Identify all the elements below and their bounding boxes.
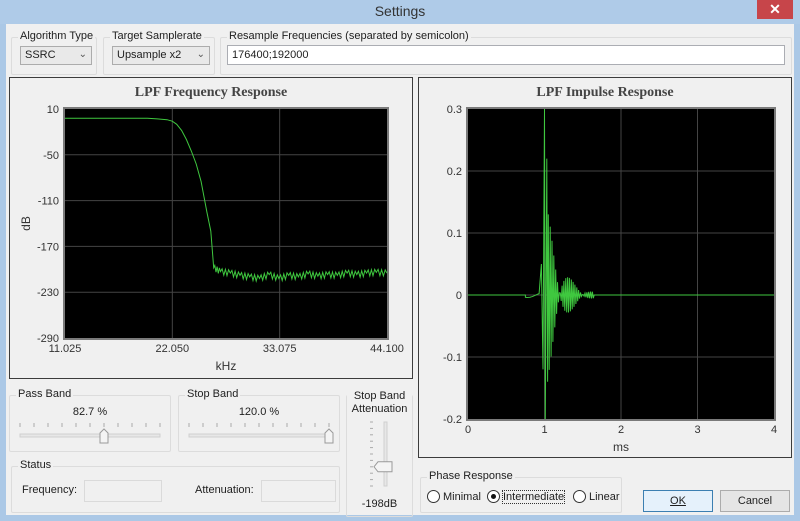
slider-track <box>383 421 388 487</box>
radio-minimal[interactable]: Minimal <box>427 490 481 503</box>
resample-frequencies-label: Resample Frequencies (separated by semic… <box>227 30 471 42</box>
attenuation-label-line1: Stop Band <box>353 390 406 402</box>
plot-area <box>65 109 387 338</box>
radio-linear-label: Linear <box>589 490 620 503</box>
stop-band-attenuation-group: Stop Band Attenuation -198dB <box>346 390 413 517</box>
impulse-chart-svg: 0 1 2 3 4 0.3 0.2 0.1 0 -0.1 -0.2 ms <box>443 104 777 454</box>
x-tick-label: 44.100 <box>370 343 404 355</box>
frequency-label: Frequency: <box>22 484 78 496</box>
radio-minimal-label: Minimal <box>443 490 481 503</box>
radio-intermediate-label: Intermediate <box>501 489 566 504</box>
attenuation-field <box>261 480 336 502</box>
resample-frequencies-input[interactable]: 176400;192000 <box>227 45 785 65</box>
algorithm-type-select[interactable]: SSRC ⌄ <box>20 46 92 65</box>
y-tick-label: -110 <box>38 196 59 208</box>
x-tick-label: 22.050 <box>156 343 190 355</box>
x-tick-label: 33.075 <box>263 343 297 355</box>
radio-intermediate[interactable]: Intermediate <box>487 489 566 504</box>
y-tick-label: -0.2 <box>443 414 462 426</box>
y-tick-label: 0 <box>456 290 462 302</box>
slider-thumb <box>373 461 393 473</box>
pass-band-slider[interactable] <box>10 420 170 450</box>
x-tick-label: 1 <box>541 424 547 436</box>
y-tick-label: -290 <box>37 333 59 345</box>
slider-thumb <box>324 428 334 444</box>
x-tick-label: 0 <box>465 424 471 436</box>
y-tick-label: -0.1 <box>443 352 462 364</box>
stop-band-label: Stop Band <box>185 388 241 400</box>
y-tick-label: 0.3 <box>447 104 462 116</box>
status-group: Status Frequency: Attenuation: <box>11 459 340 513</box>
y-tick-label: -170 <box>37 241 59 253</box>
impulse-response-chart: LPF Impulse Response 0 1 2 3 4 0.3 0.2 0.1 0 -0.1… <box>418 77 792 458</box>
algorithm-type-group: Algorithm Type SSRC ⌄ <box>11 30 97 75</box>
cancel-button-label: Cancel <box>737 495 773 507</box>
dialog-body: Algorithm Type SSRC ⌄ Target Samplerate … <box>6 24 794 517</box>
y-tick-label: 10 <box>47 104 59 116</box>
title-bar: Settings ✕ <box>0 0 800 24</box>
close-icon[interactable]: ✕ <box>757 0 793 19</box>
status-label: Status <box>18 459 54 471</box>
stop-band-value: 120.0 % <box>238 406 280 418</box>
stop-band-attenuation-label: Stop Band Attenuation <box>347 390 412 416</box>
y-tick-label: 0.1 <box>447 228 462 240</box>
frequency-field <box>84 480 162 502</box>
phase-response-label: Phase Response <box>427 470 515 482</box>
radio-circle <box>573 490 586 503</box>
pass-band-group: Pass Band 82.7 % <box>9 388 171 452</box>
stop-band-group: Stop Band 120.0 % <box>178 388 340 452</box>
target-samplerate-select[interactable]: Upsample x2 ⌄ <box>112 46 210 65</box>
phase-response-group: Phase Response Minimal Intermediate Line… <box>420 470 622 513</box>
slider-track <box>19 433 161 438</box>
y-tick-label: -230 <box>37 287 59 299</box>
cancel-button[interactable]: Cancel <box>720 490 790 512</box>
algorithm-type-label: Algorithm Type <box>18 30 96 42</box>
x-axis-label: ms <box>613 440 629 454</box>
slider-thumb <box>99 428 109 444</box>
y-tick-label: 0.2 <box>447 166 462 178</box>
x-tick-label: 3 <box>694 424 700 436</box>
pass-band-label: Pass Band <box>16 388 74 400</box>
slider-track <box>188 433 330 438</box>
radio-circle-selected <box>487 490 500 503</box>
chevron-down-icon: ⌄ <box>196 49 205 60</box>
x-tick-label: 4 <box>771 424 777 436</box>
x-tick-label: 2 <box>618 424 624 436</box>
pass-band-value: 82.7 % <box>72 406 108 418</box>
window-title: Settings <box>374 3 426 19</box>
ok-button[interactable]: OK <box>643 490 713 512</box>
frequency-response-chart: LPF Frequency Response 11.025 22.050 33.07… <box>9 77 413 379</box>
attenuation-label-line2: Attenuation <box>351 403 408 415</box>
target-samplerate-group: Target Samplerate Upsample x2 ⌄ <box>103 30 215 75</box>
x-axis-label: kHz <box>216 359 237 373</box>
target-samplerate-value: Upsample x2 <box>117 49 182 61</box>
ok-button-label: OK <box>670 495 686 507</box>
radio-circle <box>427 490 440 503</box>
y-axis-label: dB <box>19 216 33 231</box>
stop-band-slider[interactable] <box>179 420 339 450</box>
frequency-chart-svg: 11.025 22.050 33.075 44.10010-50-110-170-23… <box>19 104 404 373</box>
stop-band-attenuation-value: -198dB <box>361 498 398 510</box>
stop-band-attenuation-slider[interactable] <box>347 418 412 490</box>
y-tick-label: -50 <box>43 150 59 162</box>
radio-linear[interactable]: Linear <box>573 490 620 503</box>
resample-frequencies-group: Resample Frequencies (separated by semic… <box>220 30 792 75</box>
attenuation-label: Attenuation: <box>195 484 254 496</box>
chevron-down-icon: ⌄ <box>78 49 87 60</box>
target-samplerate-label: Target Samplerate <box>110 30 204 42</box>
algorithm-type-value: SSRC <box>25 49 56 61</box>
